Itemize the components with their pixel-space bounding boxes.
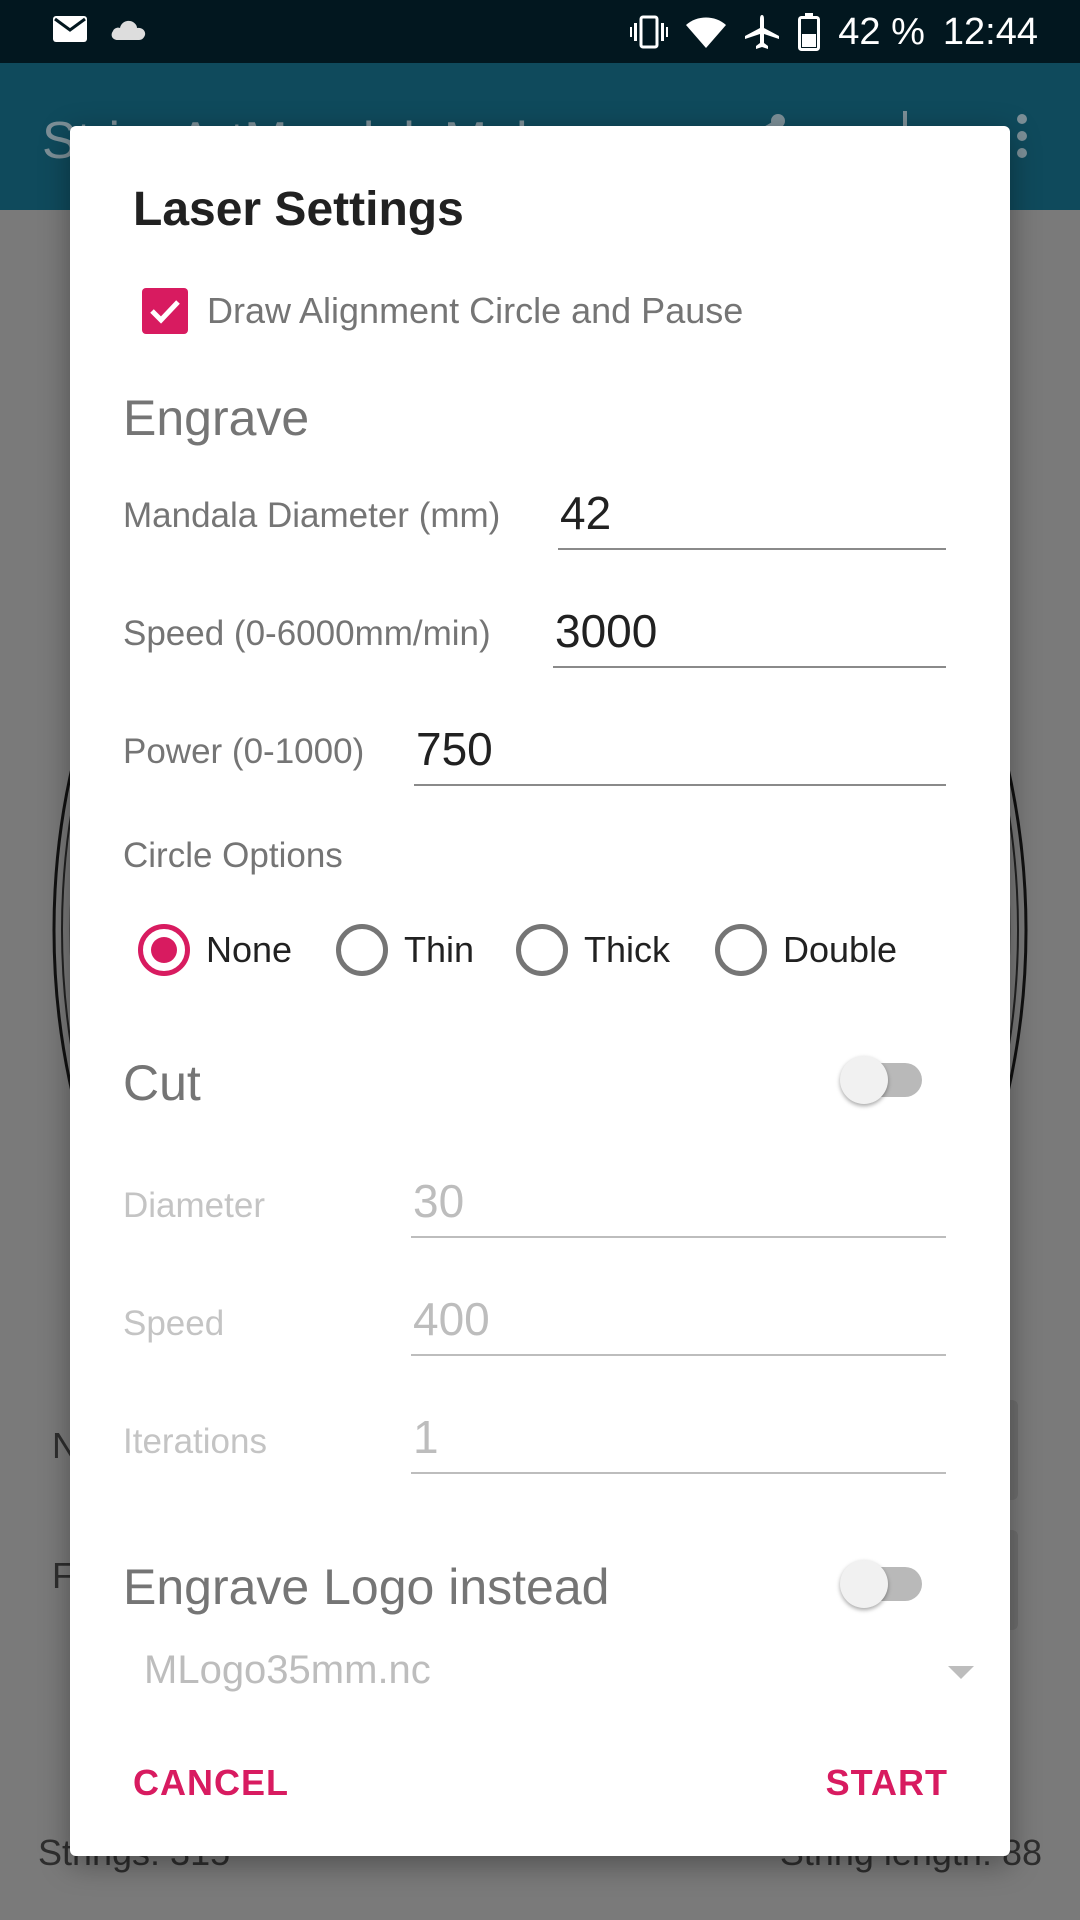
cut-switch[interactable] [840,1050,930,1110]
engrave-heading: Engrave [123,390,310,446]
cut-heading: Cut [123,1055,201,1111]
radio-label: None [206,929,293,970]
power-label: Power (0-1000) [123,732,365,771]
engrave-logo-switch[interactable] [840,1554,930,1614]
mandala-diameter-label: Mandala Diameter (mm) [123,496,501,535]
speed-input[interactable] [553,596,946,668]
speed-label: Speed (0-6000mm/min) [123,614,491,653]
mandala-diameter-input[interactable] [558,478,946,550]
radio-button[interactable] [715,924,767,976]
cancel-button[interactable]: CANCEL [133,1762,289,1804]
switch-thumb [840,1560,888,1608]
radio-label: Thin [404,929,475,970]
status-bar: 42 % 12:44 [0,0,1080,63]
radio-label: Thick [584,929,671,970]
radio-thick[interactable]: Thick [516,922,670,978]
engrave-logo-heading: Engrave Logo instead [123,1559,610,1615]
laser-settings-dialog: Laser Settings Draw Alignment Circle and… [70,126,1010,1856]
battery-icon [798,13,821,51]
cut-speed-label: Speed [123,1304,225,1343]
dialog-title: Laser Settings [133,183,464,236]
radio-button[interactable] [138,924,190,976]
alignment-checkbox[interactable] [142,288,188,334]
cut-diameter-input[interactable] [411,1166,946,1238]
vibrate-icon [630,14,669,50]
more-icon[interactable] [1010,111,1034,166]
radio-double[interactable]: Double [715,922,897,978]
logo-file-value: MLogo35mm.nc [144,1648,431,1692]
cut-iterations-input[interactable] [411,1402,946,1474]
mail-icon [53,16,87,47]
airplane-icon [744,14,780,50]
switch-thumb [840,1056,888,1104]
clock: 12:44 [942,10,1038,53]
cut-iterations-label: Iterations [123,1422,267,1461]
radio-button[interactable] [516,924,568,976]
wifi-icon [686,15,727,49]
alignment-checkbox-label[interactable]: Draw Alignment Circle and Pause [207,290,743,332]
circle-options-label: Circle Options [123,836,343,875]
start-button[interactable]: START [826,1762,948,1804]
logo-file-spinner[interactable]: MLogo35mm.nc [144,1636,974,1706]
radio-thin[interactable]: Thin [336,922,474,978]
check-icon [150,300,180,324]
battery-percent: 42 % [838,10,925,53]
power-input[interactable] [414,714,946,786]
dropdown-arrow-icon [948,1666,974,1679]
cut-speed-input[interactable] [411,1284,946,1356]
cut-diameter-label: Diameter [123,1186,265,1225]
radio-label: Double [783,929,898,970]
radio-button[interactable] [336,924,388,976]
cloud-icon [109,17,147,46]
radio-none[interactable]: None [138,922,292,978]
